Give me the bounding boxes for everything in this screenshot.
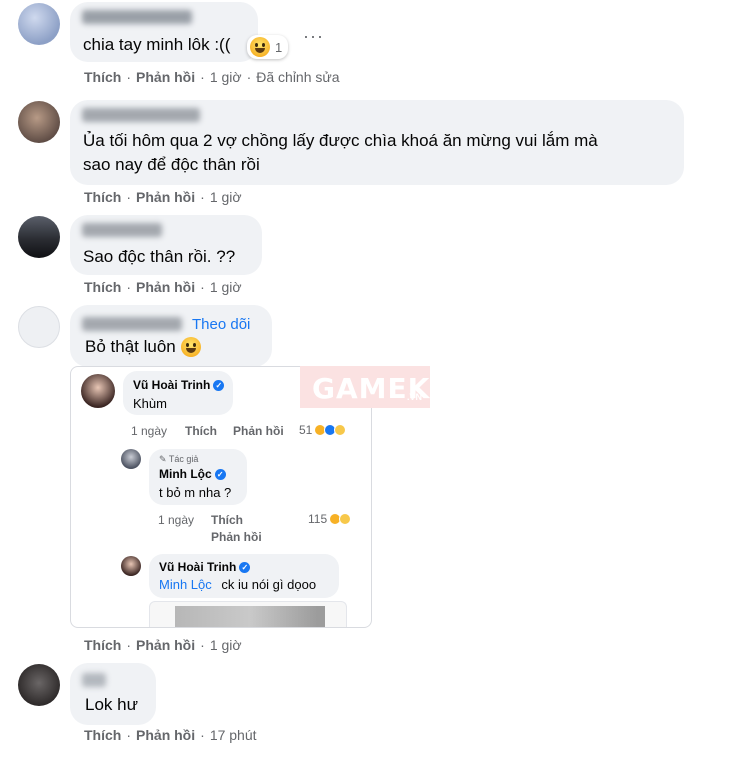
reaction-badge[interactable]: 1 [247, 35, 289, 59]
commenter-name[interactable] [82, 673, 106, 687]
avatar[interactable] [18, 664, 60, 706]
grin-emoji-icon [180, 336, 201, 357]
name-text: Vũ Hoài Trinh [133, 378, 211, 392]
like-link[interactable]: Thích [84, 727, 121, 743]
commenter-name[interactable] [82, 223, 162, 237]
comment-actions: Thích · Phản hồi · 1 giờ [84, 189, 242, 205]
timestamp[interactable]: 1 giờ [210, 637, 242, 653]
comment-text: t bỏ m nha ? [159, 485, 232, 500]
commenter-name: Vũ Hoài Trinh ✓ [159, 560, 251, 574]
comment-text: Bỏ thật luôn [85, 334, 201, 359]
comment-text-line-2: sao nay để độc thân rồi [83, 155, 260, 174]
like-link: Thích [185, 424, 217, 438]
reaction-summary: 115 [308, 512, 352, 526]
verified-icon: ✓ [214, 469, 226, 481]
comment-text: Minh Lộc ck iu nói gì dọoo [159, 577, 316, 592]
sad-reaction-icon [334, 424, 347, 436]
like-link: Thích [211, 513, 243, 527]
commenter-name: Minh Lộc ✓ [159, 467, 226, 481]
avatar[interactable] [18, 101, 60, 143]
timestamp[interactable]: 1 giờ [210, 279, 242, 295]
comment-text: Sao độc thân rồi. ?? [83, 247, 236, 266]
commenter-name[interactable] [82, 108, 200, 122]
avatar[interactable] [18, 306, 60, 348]
avatar [121, 449, 141, 469]
reaction-count: 51 [299, 423, 313, 437]
comment-actions: Thích · Phản hồi · 1 giờ [84, 637, 242, 653]
edited-label: Đã chỉnh sửa [256, 69, 340, 85]
avatar[interactable] [18, 3, 60, 45]
author-badge: ✎ Tác giả [159, 454, 198, 465]
more-options-icon[interactable]: ··· [303, 26, 324, 47]
avatar[interactable] [18, 216, 60, 258]
haha-reaction-icon [250, 37, 270, 57]
like-link[interactable]: Thích [84, 279, 121, 295]
comment-time: 1 ngày [131, 424, 168, 438]
commenter-name[interactable] [82, 10, 192, 24]
comment-text-line-1: Ủa tối hôm qua 2 vợ chồng lấy được chìa … [83, 131, 598, 150]
comment-text: Khùm [133, 396, 167, 411]
attachment-preview [149, 601, 347, 627]
follow-link[interactable]: Theo dõi [192, 316, 250, 333]
verified-icon: ✓ [239, 562, 251, 574]
comment-actions: Thích · Phản hồi · 1 giờ [84, 279, 242, 295]
timestamp[interactable]: 1 giờ [210, 69, 242, 85]
name-text: Vũ Hoài Trinh [159, 560, 237, 574]
comment-text: Lok hư [85, 695, 138, 714]
reply-link: Phản hồi [233, 424, 284, 438]
reaction-count: 1 [275, 39, 283, 55]
comment-text: chia tay minh lôk :(( [83, 35, 231, 54]
reply-link[interactable]: Phản hồi [136, 69, 195, 85]
reply-link[interactable]: Phản hồi [136, 279, 195, 295]
comment-time: 1 ngày [158, 513, 195, 527]
avatar [81, 374, 115, 408]
sad-reaction-icon [339, 513, 352, 525]
avatar [121, 556, 141, 576]
reply-link[interactable]: Phản hồi [136, 727, 195, 743]
reply-link[interactable]: Phản hồi [136, 637, 195, 653]
comment-actions: Thích · Phản hồi · 1 giờ · Đã chỉnh sửa [84, 69, 340, 85]
comment-text-content: ck iu nói gì dọoo [221, 577, 317, 592]
reply-link: Phản hồi [211, 530, 262, 544]
comment-text-content: Bỏ thật luôn [85, 337, 176, 356]
commenter-name: Vũ Hoài Trinh ✓ [133, 378, 225, 392]
reply-link[interactable]: Phản hồi [136, 189, 195, 205]
watermark-suffix: .VN [407, 392, 423, 402]
name-text: Minh Lộc [159, 467, 212, 481]
pencil-icon: ✎ [159, 454, 167, 464]
reaction-summary: 51 [299, 423, 347, 437]
mention-link: Minh Lộc [159, 577, 212, 592]
timestamp[interactable]: 17 phút [210, 727, 257, 743]
commenter-name[interactable] [82, 317, 182, 331]
comment-actions: Thích · Phản hồi · 17 phút [84, 727, 257, 743]
watermark-logo: GAMEK .VN [300, 366, 430, 408]
like-link[interactable]: Thích [84, 189, 121, 205]
reaction-count: 115 [308, 512, 328, 526]
author-badge-text: Tác giả [168, 454, 199, 464]
timestamp[interactable]: 1 giờ [210, 189, 242, 205]
verified-icon: ✓ [213, 380, 225, 392]
like-link[interactable]: Thích [84, 637, 121, 653]
like-link[interactable]: Thích [84, 69, 121, 85]
